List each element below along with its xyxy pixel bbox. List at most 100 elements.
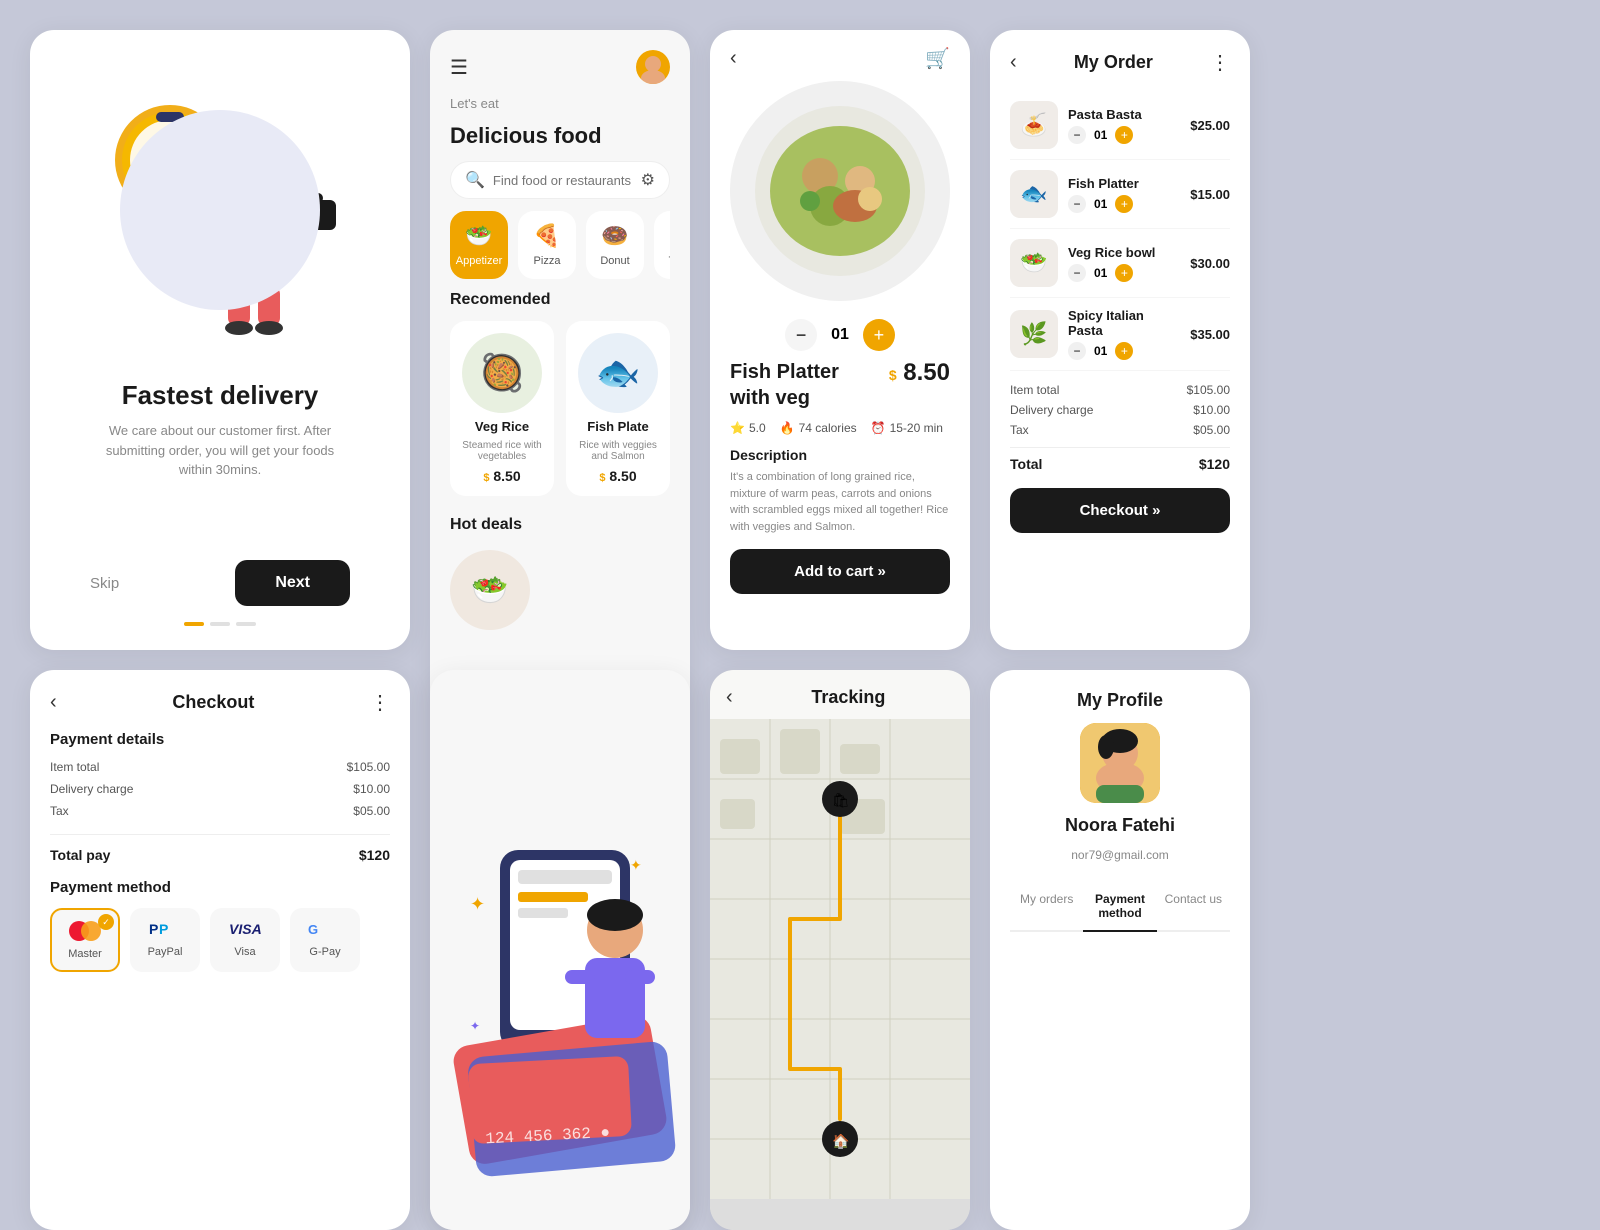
dot-1	[184, 622, 204, 626]
delivery-card: Fastest delivery We care about our custo…	[30, 30, 410, 650]
checkout-more-icon[interactable]: ⋮	[370, 690, 390, 715]
detail-header: ‹ 🛒	[710, 30, 970, 71]
back-icon[interactable]: ‹	[730, 47, 737, 70]
donut-label: Donut	[600, 255, 629, 267]
qty-decrease-button[interactable]: −	[785, 319, 817, 351]
search-bar: 🔍 ⚙	[450, 161, 670, 199]
tab-contact-us[interactable]: Contact us	[1157, 882, 1230, 930]
hot-deal-item[interactable]: 🥗	[450, 550, 530, 630]
veg-rice-image: 🥘	[462, 333, 542, 413]
more-options-icon[interactable]: ⋮	[1210, 50, 1230, 75]
payment-master[interactable]: ✓ Master	[50, 908, 120, 972]
tab-my-orders[interactable]: My orders	[1010, 882, 1083, 930]
filter-icon[interactable]: ⚙	[641, 170, 655, 190]
hot-deals-title: Hot deals	[450, 516, 670, 534]
payment-gpay[interactable]: G G-Pay	[290, 908, 360, 972]
svg-text:✦: ✦	[470, 894, 485, 914]
veg-rice-decrease-button[interactable]: −	[1068, 264, 1086, 282]
order-item-spicy-pasta: 🌿 Spicy Italian Pasta − 01 + $35.00	[1010, 298, 1230, 371]
profile-avatar	[1080, 723, 1160, 803]
spicy-pasta-qty-controls: − 01 +	[1068, 342, 1180, 360]
checkout-delivery-label: Delivery charge	[50, 782, 133, 796]
fish-decrease-button[interactable]: −	[1068, 195, 1086, 213]
visa-icon: VISA	[227, 918, 263, 940]
svg-text:✦: ✦	[630, 857, 642, 873]
detail-name-price: Fish Platterwith veg $ 8.50	[730, 359, 950, 411]
category-appetizer[interactable]: 🥗 Appetizer	[450, 211, 508, 279]
recommended-title: Recomended	[450, 291, 670, 309]
hamburger-icon[interactable]: ☰	[450, 55, 468, 80]
tracking-back-icon[interactable]: ‹	[726, 686, 733, 709]
pasta-image: 🍝	[1010, 101, 1058, 149]
order-items-list: 🍝 Pasta Basta − 01 + $25.00 🐟 Fish Platt…	[1010, 91, 1230, 371]
tracking-map: 🛍 🏠	[710, 719, 970, 1230]
checkout-back-icon[interactable]: ‹	[50, 691, 57, 714]
tracking-title: Tracking	[743, 687, 954, 708]
qty-increase-button[interactable]: +	[863, 319, 895, 351]
skip-button[interactable]: Skip	[90, 575, 119, 592]
quantity-controls: − 01 +	[710, 319, 970, 351]
spicy-pasta-qty: 01	[1094, 344, 1107, 358]
checkout-delivery-value: $10.00	[353, 782, 390, 796]
spicy-pasta-decrease-button[interactable]: −	[1068, 342, 1086, 360]
gpay-icon: G	[307, 918, 343, 940]
gpay-label: G-Pay	[309, 946, 340, 958]
detail-card: ‹ 🛒 − 01 + Fish Platterwith veg $ 8.50 ⭐…	[710, 30, 970, 650]
search-input[interactable]	[493, 173, 633, 188]
order-title: My Order	[1017, 52, 1210, 73]
category-donut[interactable]: 🍩 Donut	[586, 211, 644, 279]
detail-meta: ⭐ 5.0 🔥 74 calories ⏰ 15-20 min	[730, 421, 950, 435]
order-back-icon[interactable]: ‹	[1010, 51, 1017, 74]
appetizer-label: Appetizer	[456, 255, 502, 267]
order-header: ‹ My Order ⋮	[1010, 50, 1230, 75]
order-delivery-row: Delivery charge $10.00	[1010, 403, 1230, 417]
description-text: It's a combination of long grained rice,…	[730, 469, 950, 535]
fish-plate-name: Fish Plate	[587, 419, 648, 434]
next-button[interactable]: Next	[235, 560, 350, 606]
spicy-pasta-info: Spicy Italian Pasta − 01 +	[1068, 308, 1180, 360]
tax-label: Tax	[1010, 423, 1029, 437]
checkout-button[interactable]: Checkout »	[1010, 488, 1230, 533]
time-item: ⏰ 15-20 min	[871, 421, 943, 435]
menu-title: Delicious food	[450, 123, 670, 149]
payment-methods-list: ✓ Master P P PayPal VISA Visa G	[50, 908, 390, 972]
veg-rice-increase-button[interactable]: +	[1115, 264, 1133, 282]
fish-qty: 01	[1094, 197, 1107, 211]
appetizer-icon: 🥗	[465, 223, 492, 249]
payment-paypal[interactable]: P P PayPal	[130, 908, 200, 972]
detail-info: Fish Platterwith veg $ 8.50 ⭐ 5.0 🔥 74 c…	[710, 359, 970, 535]
profile-email: nor79@gmail.com	[1071, 848, 1169, 862]
user-avatar[interactable]	[636, 50, 670, 84]
menu-header: ☰	[450, 50, 670, 84]
checkout-tax-value: $05.00	[353, 804, 390, 818]
food-card-fish-plate[interactable]: 🐟 Fish Plate Rice with veggies and Salmo…	[566, 321, 670, 496]
payment-visa[interactable]: VISA Visa	[210, 908, 280, 972]
payment-method-label: Payment method	[50, 879, 390, 896]
food-card-veg-rice[interactable]: 🥘 Veg Rice Steamed rice with vegetables …	[450, 321, 554, 496]
quantity-display: 01	[831, 326, 849, 344]
spicy-pasta-increase-button[interactable]: +	[1115, 342, 1133, 360]
category-pizza[interactable]: 🍕 Pizza	[518, 211, 576, 279]
order-item-pasta: 🍝 Pasta Basta − 01 + $25.00	[1010, 91, 1230, 160]
svg-text:P: P	[149, 921, 158, 937]
svg-text:G: G	[308, 922, 318, 937]
fish-info: Fish Platter − 01 +	[1068, 176, 1180, 213]
paypal-icon: P P	[147, 918, 183, 940]
pizza-label: Pizza	[534, 255, 561, 267]
detail-food-name: Fish Platterwith veg	[730, 359, 839, 411]
add-to-cart-button[interactable]: Add to cart »	[730, 549, 950, 594]
checkout-card: ‹ Checkout ⋮ Payment details Item total …	[30, 670, 410, 1230]
pasta-decrease-button[interactable]: −	[1068, 126, 1086, 144]
pasta-price: $25.00	[1190, 118, 1230, 133]
tab-payment-method[interactable]: Payment method	[1083, 882, 1156, 932]
master-check-icon: ✓	[98, 914, 114, 930]
fish-increase-button[interactable]: +	[1115, 195, 1133, 213]
veg-rice-img: 🥗	[1010, 239, 1058, 287]
total-label: Total	[1010, 456, 1042, 472]
svg-text:🛍: 🛍	[832, 792, 850, 808]
pasta-increase-button[interactable]: +	[1115, 126, 1133, 144]
category-tacos[interactable]: 🌮 Tacos	[654, 211, 670, 279]
veg-rice-price-order: $30.00	[1190, 256, 1230, 271]
cart-icon[interactable]: 🛒	[925, 46, 950, 71]
tax-value: $05.00	[1193, 423, 1230, 437]
